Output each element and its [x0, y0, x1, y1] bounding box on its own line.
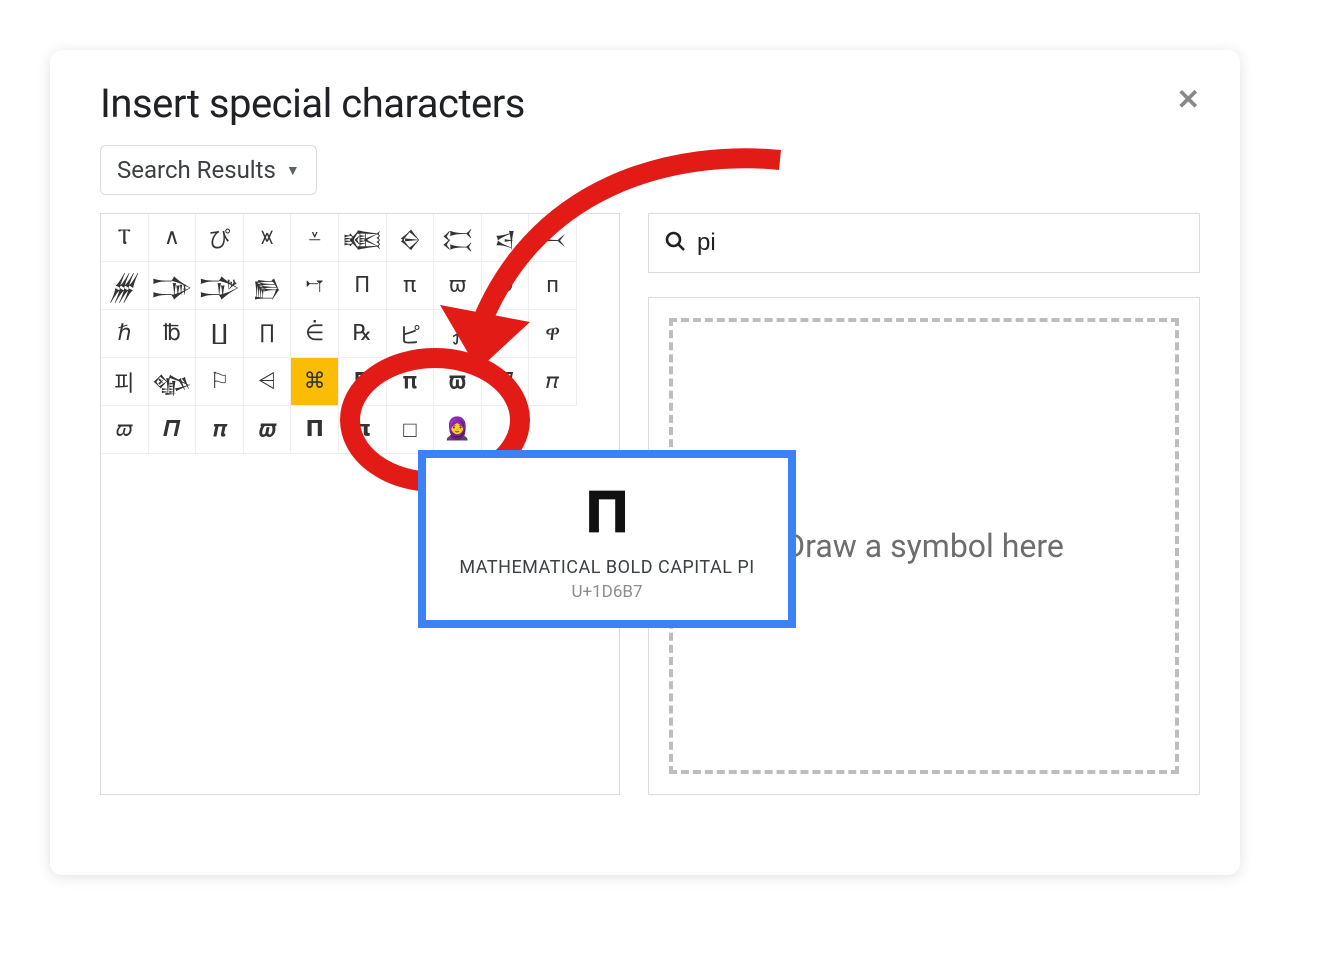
- character-cell[interactable]: 𝜛: [101, 406, 149, 454]
- search-box[interactable]: [648, 213, 1200, 273]
- character-cell[interactable]: 🧕: [434, 406, 482, 454]
- character-cell[interactable]: 𒀪: [387, 214, 435, 262]
- character-grid: Ⲧ∧ぴ⩙⩡𒀩𒀪𒀫𒁀𒁁 𒁂𒁊𒁋𒁖𐎎ΠπϖⅮп ℏ℔∐∏⋵℞ピ⨏▶ዋ 피𒀲⚐⩤⌘𝚷𝛑𝛡𝛱𝜋…: [101, 214, 619, 454]
- category-dropdown[interactable]: Search Results ▼: [100, 145, 317, 195]
- character-cell[interactable]: Ⲧ: [101, 214, 149, 262]
- character-cell[interactable]: ⩤: [244, 358, 292, 406]
- caret-down-icon: ▼: [286, 162, 300, 179]
- character-cell[interactable]: Π: [339, 262, 387, 310]
- special-characters-dialog: ✕ Insert special characters Search Resul…: [50, 50, 1240, 875]
- character-cell[interactable]: ∐: [196, 310, 244, 358]
- character-cell[interactable]: 𝜫: [149, 406, 197, 454]
- character-cell[interactable]: 𒁁: [529, 214, 577, 262]
- character-cell[interactable]: п: [529, 262, 577, 310]
- character-cell[interactable]: Ⅾ: [482, 262, 530, 310]
- character-cell[interactable]: 피: [101, 358, 149, 406]
- character-tooltip: 𝚷 MATHEMATICAL BOLD CAPITAL PI U+1D6B7: [418, 450, 796, 628]
- character-cell[interactable]: ⩡: [291, 214, 339, 262]
- tooltip-glyph: 𝚷: [446, 482, 768, 547]
- character-cell[interactable]: □: [387, 406, 435, 454]
- character-cell[interactable]: ∧: [149, 214, 197, 262]
- dialog-title: Insert special characters: [100, 80, 1200, 127]
- character-cell[interactable]: ϖ: [434, 262, 482, 310]
- character-cell[interactable]: 𒁖: [244, 262, 292, 310]
- tooltip-name: MATHEMATICAL BOLD CAPITAL PI: [446, 557, 768, 578]
- character-cell[interactable]: ∏: [244, 310, 292, 358]
- character-cell[interactable]: 𝝿: [339, 406, 387, 454]
- character-cell[interactable]: 𒁀: [482, 214, 530, 262]
- close-button[interactable]: ✕: [1177, 86, 1200, 114]
- character-cell[interactable]: 𝛱: [482, 358, 530, 406]
- character-cell[interactable]: ዋ: [529, 310, 577, 358]
- close-icon: ✕: [1177, 83, 1200, 116]
- character-cell[interactable]: 𐎎: [291, 262, 339, 310]
- character-cell[interactable]: ⋵: [291, 310, 339, 358]
- character-cell[interactable]: 𒁋: [196, 262, 244, 310]
- character-cell[interactable]: 𝛑: [387, 358, 435, 406]
- character-cell[interactable]: ⌘: [291, 358, 339, 406]
- character-cell[interactable]: 𝝕: [244, 406, 292, 454]
- character-cell[interactable]: ⚐: [196, 358, 244, 406]
- draw-prompt-text: Draw a symbol here: [784, 527, 1064, 565]
- character-cell[interactable]: 𝝅: [196, 406, 244, 454]
- search-input[interactable]: [697, 229, 1185, 257]
- character-cell[interactable]: ぴ: [196, 214, 244, 262]
- dropdown-label: Search Results: [117, 156, 276, 184]
- character-cell[interactable]: 𝝥: [291, 406, 339, 454]
- character-cell[interactable]: ▶: [482, 310, 530, 358]
- character-cell[interactable]: π: [387, 262, 435, 310]
- character-cell[interactable]: ⨏: [434, 310, 482, 358]
- character-cell[interactable]: 𒁂: [101, 262, 149, 310]
- search-icon: [663, 229, 697, 257]
- character-cell[interactable]: 𝛡: [434, 358, 482, 406]
- character-cell[interactable]: 𒀩: [339, 214, 387, 262]
- character-cell[interactable]: 𒀲: [149, 358, 197, 406]
- character-cell[interactable]: ⩙: [244, 214, 292, 262]
- character-cell[interactable]: 𝜋: [529, 358, 577, 406]
- tooltip-code: U+1D6B7: [446, 582, 768, 602]
- character-cell[interactable]: ℏ: [101, 310, 149, 358]
- character-cell[interactable]: 𒀫: [434, 214, 482, 262]
- character-cell[interactable]: 𒁊: [149, 262, 197, 310]
- character-cell[interactable]: ℞: [339, 310, 387, 358]
- character-cell[interactable]: ピ: [387, 310, 435, 358]
- character-cell[interactable]: ℔: [149, 310, 197, 358]
- character-cell[interactable]: 𝚷: [339, 358, 387, 406]
